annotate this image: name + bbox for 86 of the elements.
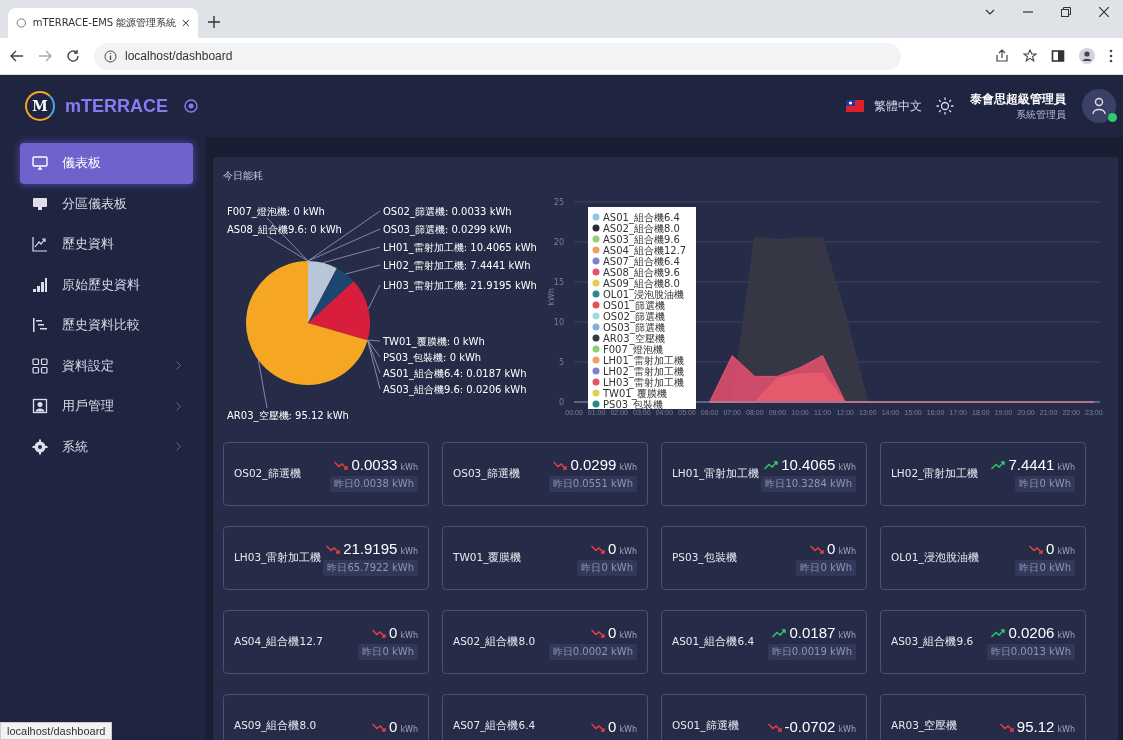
unit-label: kWh xyxy=(1057,724,1075,734)
slice-label: AS01_組合機6.4: 0.0187 kWh xyxy=(383,368,527,379)
unit-label: kWh xyxy=(400,724,418,734)
brand-name: mTERRACE xyxy=(65,95,168,117)
unit-label: kWh xyxy=(619,631,637,640)
device-name: PS03_包裝機 xyxy=(672,551,737,565)
logo-badge: M xyxy=(25,91,55,121)
energy-value: 21.9195 xyxy=(343,540,398,557)
slice-label: PS03_包裝機: 0 kWh xyxy=(383,352,482,363)
device-name: AS02_組合機8.0 xyxy=(453,635,536,649)
unit-label: kWh xyxy=(1057,547,1075,556)
energy-value: 10.4065 xyxy=(781,456,836,473)
unit-label: kWh xyxy=(400,547,418,556)
unit-label: kWh xyxy=(619,547,637,556)
energy-value: 0 xyxy=(827,540,836,557)
panel-title: 今日能耗 xyxy=(223,169,264,183)
y-tick-label: 15 xyxy=(553,278,564,287)
device-name: OS01_篩選機 xyxy=(672,719,739,733)
energy-value: 7.4441 xyxy=(1008,456,1055,473)
energy-value: 0 xyxy=(389,717,398,735)
unit-label: kWh xyxy=(838,724,856,734)
y-tick-label: 0 xyxy=(558,398,564,407)
y-tick-label: 10 xyxy=(553,318,564,327)
device-name: TW01_覆膜機 xyxy=(453,551,522,565)
energy-value: 0 xyxy=(608,717,617,735)
energy-value: 95.12 xyxy=(1016,717,1055,735)
y-tick-label: 25 xyxy=(553,198,564,207)
unit-label: kWh xyxy=(1057,631,1075,640)
yesterday-tag: 昨日0.0038 kWh xyxy=(329,476,418,492)
status-url: localhost/dashboard xyxy=(0,722,113,740)
unit-label: kWh xyxy=(838,463,856,472)
slice-label: OS02_篩選機: 0.0033 kWh xyxy=(383,206,512,217)
slice-label: F007_燈泡機: 0 kWh xyxy=(227,206,325,217)
slice-label: OS03_篩選機: 0.0299 kWh xyxy=(383,224,512,235)
device-name: AS09_組合機8.0 xyxy=(234,719,317,733)
device-name: AR03_空壓機 xyxy=(891,719,958,733)
yesterday-tag: 昨日0 kWh xyxy=(796,560,856,576)
energy-value: 0 xyxy=(608,540,617,557)
yesterday-tag: 昨日65.7922 kWh xyxy=(323,560,418,576)
yesterday-tag: 昨日0 kWh xyxy=(358,644,418,660)
unit-label: kWh xyxy=(838,547,856,556)
yesterday-tag: 昨日0.0019 kWh xyxy=(767,644,856,660)
y-tick-label: 20 xyxy=(553,238,564,247)
yesterday-tag: 昨日10.3284 kWh xyxy=(761,476,856,492)
slice-label: LH02_雷射加工機: 7.4441 kWh xyxy=(383,260,531,271)
device-name: OL01_浸泡脫油機 xyxy=(891,551,979,565)
slice-label: AR03_空壓機: 95.12 kWh xyxy=(227,410,349,421)
yesterday-tag: 昨日0.0551 kWh xyxy=(548,476,637,492)
slice-label: AS08_組合機9.6: 0 kWh xyxy=(227,224,342,235)
device-name: AS01_組合機6.4 xyxy=(672,635,755,649)
yesterday-tag: 昨日0 kWh xyxy=(1015,560,1075,576)
unit-label: kWh xyxy=(619,724,637,734)
y-axis-label: kWh xyxy=(548,288,556,306)
device-name: AS04_組合機12.7 xyxy=(234,635,323,649)
device-name: LH01_雷射加工機 xyxy=(672,467,760,481)
energy-value: 0.0187 xyxy=(789,624,836,641)
device-name: OS03_篩選機 xyxy=(453,467,520,481)
unit-label: kWh xyxy=(619,463,637,472)
unit-label: kWh xyxy=(1057,463,1075,472)
slice-label: LH01_雷射加工機: 10.4065 kWh xyxy=(383,242,537,253)
tab-title: mTERRACE-EMS 能源管理系統 xyxy=(32,16,177,30)
device-name: AS03_組合機9.6 xyxy=(891,635,974,649)
yesterday-tag: 昨日0.0013 kWh xyxy=(986,644,1075,660)
unit-label: kWh xyxy=(838,631,856,640)
energy-value: 0.0033 xyxy=(351,456,398,473)
energy-value: 0 xyxy=(608,624,617,641)
energy-value: 0 xyxy=(1046,540,1055,557)
yesterday-tag: 昨日0 kWh xyxy=(1015,476,1075,492)
slice-label: LH03_雷射加工機: 21.9195 kWh xyxy=(383,280,537,291)
device-name: LH03_雷射加工機 xyxy=(234,551,322,565)
slice-label: AS03_組合機9.6: 0.0206 kWh xyxy=(383,384,527,395)
yesterday-tag: 昨日0 kWh xyxy=(577,560,637,576)
energy-value: 0 xyxy=(389,624,398,641)
device-name: OS02_篩選機 xyxy=(234,467,301,481)
energy-value: 0.0299 xyxy=(570,456,617,473)
device-name: LH02_雷射加工機 xyxy=(891,467,979,481)
energy-value: 0.0206 xyxy=(1008,624,1055,641)
y-tick-label: 5 xyxy=(558,358,564,367)
slice-label: TW01_覆膜機: 0 kWh xyxy=(383,336,485,347)
energy-value: -0.0702 xyxy=(784,717,836,735)
unit-label: kWh xyxy=(400,463,418,472)
unit-label: kWh xyxy=(400,631,418,640)
yesterday-tag: 昨日0.0002 kWh xyxy=(548,644,637,660)
user-role: 系統管理員 xyxy=(1016,107,1066,122)
device-name: AS07_組合機6.4 xyxy=(453,719,536,733)
user-name: 泰會思超級管理員 xyxy=(970,90,1066,108)
